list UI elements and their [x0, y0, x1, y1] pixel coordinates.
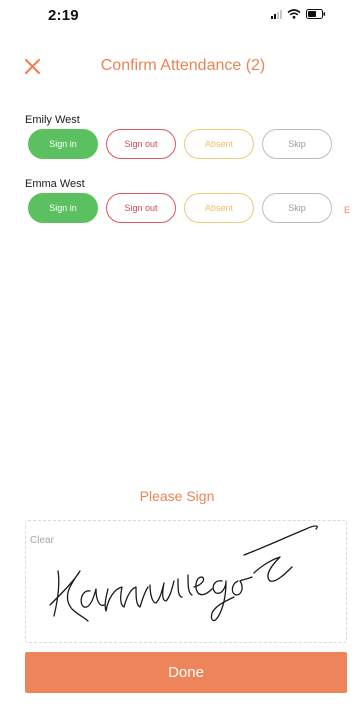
wifi-icon: [287, 9, 301, 19]
header: Confirm Attendance (2): [0, 46, 354, 86]
status-icons: [271, 9, 326, 19]
cellular-signal-icon: [271, 9, 282, 19]
sign-in-button[interactable]: Sign in: [28, 193, 98, 223]
status-time: 2:19: [48, 7, 79, 24]
attendance-buttons: Sign in Sign out Absent Skip: [28, 129, 332, 159]
signature-drawing: [49, 525, 318, 622]
attendance-buttons: Sign in Sign out Absent Skip: [28, 193, 332, 223]
sign-out-button[interactable]: Sign out: [106, 129, 176, 159]
overflow-hint: E: [343, 205, 350, 215]
signature-pad[interactable]: Clear: [25, 520, 347, 643]
sign-out-button[interactable]: Sign out: [106, 193, 176, 223]
absent-button[interactable]: Absent: [184, 129, 254, 159]
attendee-name: Emma West: [25, 178, 85, 190]
page-title: Confirm Attendance (2): [100, 57, 266, 74]
attendee-name: Emily West: [25, 114, 80, 126]
absent-button[interactable]: Absent: [184, 193, 254, 223]
sign-in-button[interactable]: Sign in: [28, 129, 98, 159]
battery-icon: [306, 9, 326, 19]
signature-title: Please Sign: [139, 488, 215, 504]
skip-button[interactable]: Skip: [262, 193, 332, 223]
skip-button[interactable]: Skip: [262, 129, 332, 159]
done-button[interactable]: Done: [25, 652, 347, 693]
status-bar: 2:19: [0, 0, 354, 34]
